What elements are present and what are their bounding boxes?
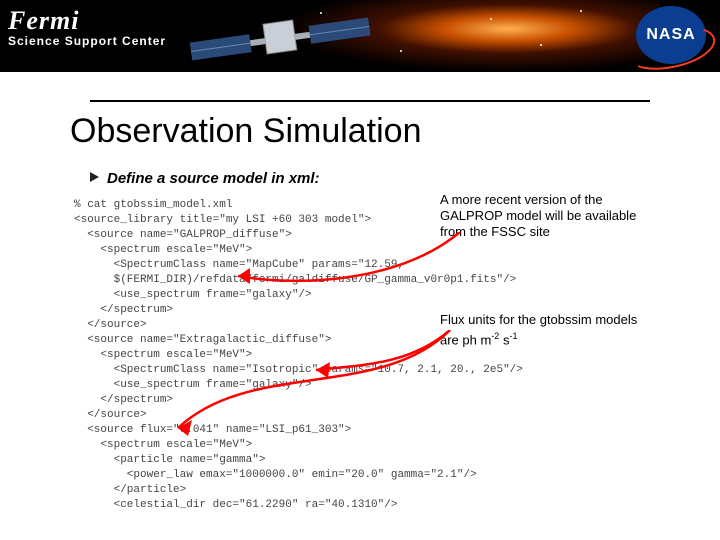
subheading: Define a source model in xml:	[90, 170, 320, 187]
page-title: Observation Simulation	[70, 112, 422, 151]
satellite-icon	[170, 8, 390, 68]
brand-title: Fermi	[8, 6, 166, 36]
bullet-icon	[90, 172, 99, 182]
brand-subtitle: Science Support Center	[8, 34, 166, 48]
subheading-text: Define a source model in xml:	[107, 170, 320, 187]
arrow-isotropic	[300, 330, 480, 390]
arrow-galprop	[220, 232, 480, 302]
banner: Fermi Science Support Center NASA	[0, 0, 720, 72]
nasa-label: NASA	[646, 26, 695, 44]
horizontal-rule	[90, 100, 650, 102]
fermi-logo: Fermi Science Support Center	[8, 6, 166, 48]
nasa-logo: NASA	[636, 6, 706, 64]
